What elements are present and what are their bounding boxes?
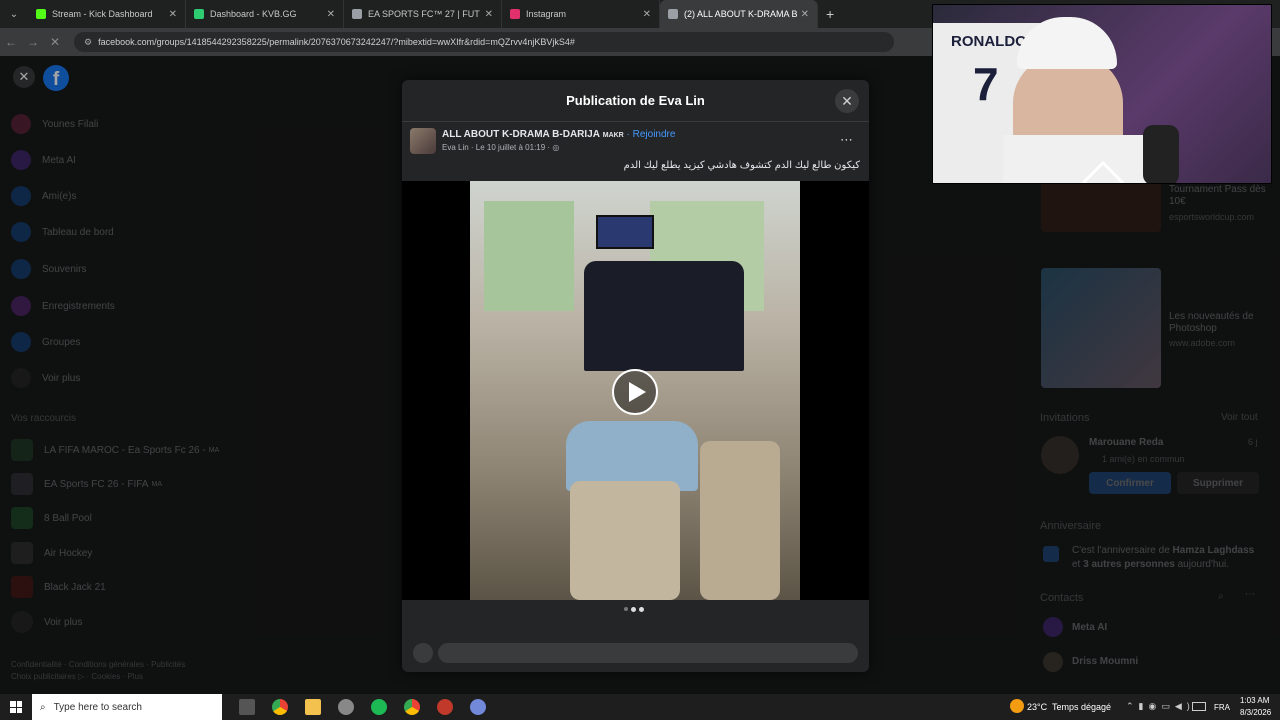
site-info-icon[interactable]: ⚙ [84,37,92,48]
spotify-icon[interactable] [371,699,387,715]
task-view-icon[interactable] [239,699,255,715]
modal-title: Publication de Eva Lin [566,93,705,108]
post-modal: Publication de Eva Lin ✕ ALL ABOUT K-DRA… [402,80,869,672]
tab-3[interactable]: Instagram ✕ [502,0,660,28]
chrome-icon[interactable] [404,699,420,715]
weather-icon [1010,699,1024,713]
clock-time[interactable]: 1:03 AM [1240,696,1269,705]
keyboard-icon[interactable] [1192,702,1206,711]
tab-4[interactable]: (2) ALL ABOUT K-DRAMA B-DA ✕ [660,0,818,28]
post-caption: كيكون طالع ليك الدم كتشوف هادشي كيزيد يط… [623,160,860,171]
webcam-overlay: RONALDO 7 [932,4,1272,184]
tab-favicon-icon [668,9,678,19]
file-explorer-icon[interactable] [305,699,321,715]
group-avatar[interactable] [410,128,436,154]
tab-close-icon[interactable]: ✕ [643,9,651,20]
tab-title: Dashboard - KVB.GG [210,9,297,19]
modal-header: Publication de Eva Lin ✕ [402,80,869,122]
post-meta: Eva Lin · Le 10 juillet à 01:19 · ◎ [442,143,559,152]
tab-favicon-icon [36,9,46,19]
video-chair [700,441,780,600]
tab-title: (2) ALL ABOUT K-DRAMA B-DA [684,9,797,19]
weather-text[interactable]: 23°C Temps dégagé [1027,702,1111,712]
close-icon: ✕ [841,92,853,109]
loading-dots [624,607,644,612]
post-date[interactable]: · Le 10 juillet à 01:19 · [471,143,550,152]
video-chair [570,481,680,600]
url-field[interactable]: ⚙ facebook.com/groups/1418544292358225/p… [74,32,894,52]
tab-favicon-icon [352,9,362,19]
tab-title: EA SPORTS FC™ 27 | FUT Deep [368,9,481,19]
join-link[interactable]: · Rejoindre [627,129,676,140]
play-icon [628,382,646,402]
tab-title: Instagram [526,9,567,19]
system-tray-icons[interactable]: ⌃▮◉▭◀) [1126,701,1195,712]
tab-2[interactable]: EA SPORTS FC™ 27 | FUT Deep ✕ [344,0,502,28]
webcam-microphone [1143,125,1179,183]
avatar[interactable] [413,643,433,663]
post-options-icon[interactable]: ⋯ [840,132,853,148]
chrome-icon[interactable] [272,699,288,715]
forward-icon[interactable]: → [22,35,44,49]
close-modal-button[interactable]: ✕ [835,89,859,113]
tab-search-button[interactable]: ⌄ [0,9,28,20]
tab-0[interactable]: Stream - Kick Dashboard ✕ [28,0,186,28]
search-icon: ⌕ [40,701,46,713]
post-author[interactable]: Eva Lin [442,143,469,152]
group-name[interactable]: ALL ABOUT K-DRAMA B-DARIJA [442,129,600,140]
jersey-number: 7 [973,58,999,110]
discord-icon[interactable] [470,699,486,715]
tabs-container: Stream - Kick Dashboard ✕ Dashboard - KVB.… [28,0,818,28]
clock-date[interactable]: 8/3/2026 [1240,708,1271,717]
tab-close-icon[interactable]: ✕ [801,9,809,20]
windows-taskbar: ⌕ Type here to search 23°C Temps dégagé … [0,694,1280,720]
tab-close-icon[interactable]: ✕ [169,9,177,20]
play-button[interactable] [612,369,658,415]
tab-favicon-icon [510,9,520,19]
back-icon[interactable]: ← [0,35,22,49]
group-badge: MAKR [602,132,624,139]
tab-title: Stream - Kick Dashboard [52,9,153,19]
reload-icon[interactable]: ✕ [44,35,66,49]
comment-input[interactable] [438,643,858,663]
taskbar-search-placeholder: Type here to search [53,701,142,713]
tab-favicon-icon [194,9,204,19]
new-tab-button[interactable]: + [826,6,834,22]
jersey-name: RONALDO [951,33,1027,50]
tab-close-icon[interactable]: ✕ [485,9,493,20]
globe-icon: ◎ [552,143,560,152]
video-window-left [484,201,574,311]
post-video[interactable] [402,181,869,600]
tab-1[interactable]: Dashboard - KVB.GG ✕ [186,0,344,28]
app-icon[interactable] [437,699,453,715]
windows-start-icon[interactable] [10,701,22,713]
language-indicator[interactable]: FRA [1214,703,1230,712]
url-text: facebook.com/groups/1418544292358225/per… [98,37,575,47]
tab-close-icon[interactable]: ✕ [327,9,335,20]
taskbar-search[interactable]: ⌕ Type here to search [32,694,222,720]
video-tv [596,215,654,249]
video-figure [584,261,744,371]
post-header-line: ALL ABOUT K-DRAMA B-DARIJA MAKR · Rejoin… [442,129,675,140]
app-icon[interactable] [338,699,354,715]
